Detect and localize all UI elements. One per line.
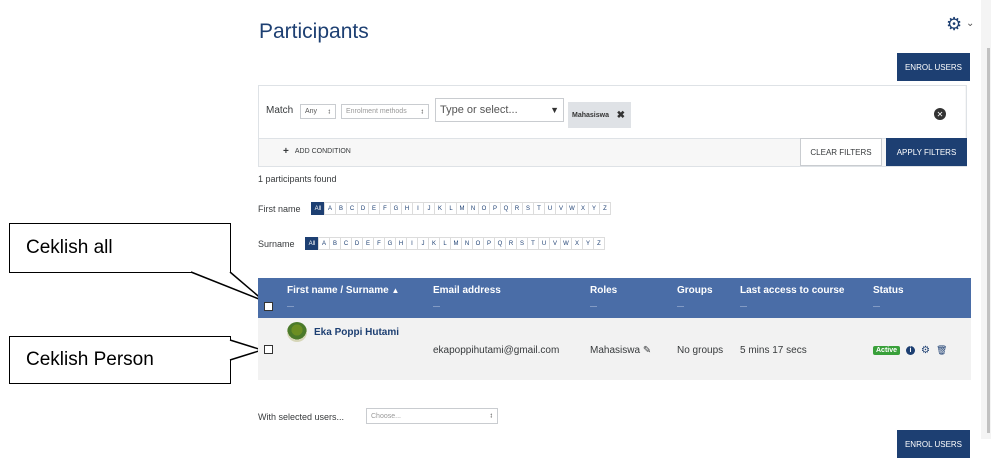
dropdown-triangle-icon: ▼ — [550, 105, 559, 115]
surname-initials-label: Surname — [258, 239, 295, 249]
participant-role: Mahasiswa ✎ — [590, 345, 652, 356]
pencil-icon[interactable]: ✎ — [643, 345, 651, 356]
column-header-groups[interactable]: Groups — [677, 285, 713, 296]
initial-letter-all[interactable]: All — [311, 202, 325, 215]
caret-up-icon: ▲ — [391, 286, 400, 295]
circle-close-icon[interactable]: ✕ — [934, 108, 946, 120]
enrol-users-button-bottom[interactable]: ENROL USERS — [897, 430, 970, 458]
participant-last-access: 5 mins 17 secs — [740, 345, 807, 356]
filter-value-input[interactable]: Type or select... ▼ — [435, 98, 564, 122]
column-collapse-last-access[interactable]: — — [740, 303, 747, 310]
callout-ceklish-all: Ceklish all — [9, 223, 231, 273]
bulk-action-label: With selected users... — [258, 412, 345, 422]
participant-status: Active i ⚙ 🗑 — [873, 345, 947, 356]
info-icon[interactable]: i — [906, 346, 916, 355]
participant-groups: No groups — [677, 345, 724, 356]
callout-all-text: Ceklish all — [26, 237, 113, 258]
column-collapse-status[interactable]: — — [873, 303, 880, 310]
match-label: Match — [266, 105, 294, 116]
plus-icon: + — [283, 146, 289, 157]
column-header-email[interactable]: Email address — [433, 285, 501, 296]
apply-filters-button[interactable]: APPLY FILTERS — [886, 138, 967, 166]
select-all-checkbox[interactable] — [264, 302, 273, 311]
enrol-users-button[interactable]: ENROL USERS — [897, 53, 970, 81]
column-header-roles[interactable]: Roles — [590, 285, 617, 296]
column-header-status[interactable]: Status — [873, 285, 904, 296]
filter-type-select[interactable]: Enrolment methods ↕ — [341, 104, 429, 119]
table-header: First name / Surname ▲ Email address Rol… — [258, 278, 971, 318]
close-icon[interactable]: ✖ — [617, 110, 625, 121]
column-header-name[interactable]: First name / Surname ▲ — [287, 285, 399, 296]
callout-person-text: Ceklish Person — [26, 349, 154, 370]
column-collapse-groups[interactable]: — — [677, 303, 684, 310]
page-title: Participants — [259, 20, 369, 43]
initial-letter-z[interactable]: Z — [599, 202, 611, 215]
bulk-action-select[interactable]: Choose... ↕ — [366, 408, 498, 424]
clear-filters-button[interactable]: CLEAR FILTERS — [800, 138, 882, 166]
status-badge: Active — [873, 346, 901, 355]
chevron-down-icon[interactable]: ⌄ — [966, 18, 974, 29]
avatar — [287, 322, 307, 342]
row-checkbox[interactable] — [264, 345, 273, 354]
initial-letter-z[interactable]: Z — [593, 237, 605, 250]
trash-icon[interactable]: 🗑 — [936, 345, 947, 356]
participant-email: ekapoppihutami@gmail.com — [433, 345, 560, 356]
sort-caret-icon: ↕ — [489, 412, 494, 420]
cog-icon[interactable]: ⚙ — [921, 345, 930, 356]
column-collapse-email[interactable]: — — [433, 303, 440, 310]
scrollbar-thumb[interactable] — [987, 48, 990, 433]
initial-letter-all[interactable]: All — [305, 237, 319, 250]
match-select[interactable]: Any ↕ — [300, 104, 336, 119]
gear-icon[interactable]: ⚙ — [946, 14, 962, 35]
sort-caret-icon: ↕ — [420, 108, 425, 115]
column-collapse-roles[interactable]: — — [590, 303, 597, 310]
firstname-initials-label: First name — [258, 204, 301, 214]
add-condition-button[interactable]: + ADD CONDITION — [283, 146, 351, 157]
table-row: Eka Poppi Hutami ekapoppihutami@gmail.co… — [258, 318, 971, 380]
filter-chip[interactable]: Mahasiswa ✖ — [568, 102, 631, 128]
callout-ceklish-person: Ceklish Person — [9, 336, 231, 384]
sort-caret-icon: ↕ — [327, 108, 332, 115]
participants-count: 1 participants found — [258, 174, 337, 184]
participant-name-link[interactable]: Eka Poppi Hutami — [314, 327, 399, 338]
column-header-last-access[interactable]: Last access to course — [740, 285, 845, 296]
firstname-initials-bar: All A B C D E F G H I J K L M N O P Q R S T U V W X Y Z — [311, 202, 611, 215]
surname-initials-bar: All A B C D E F G H I J K L M N O P Q R S T U V W X Y Z — [305, 237, 605, 250]
column-collapse-name[interactable]: — — [287, 303, 294, 310]
